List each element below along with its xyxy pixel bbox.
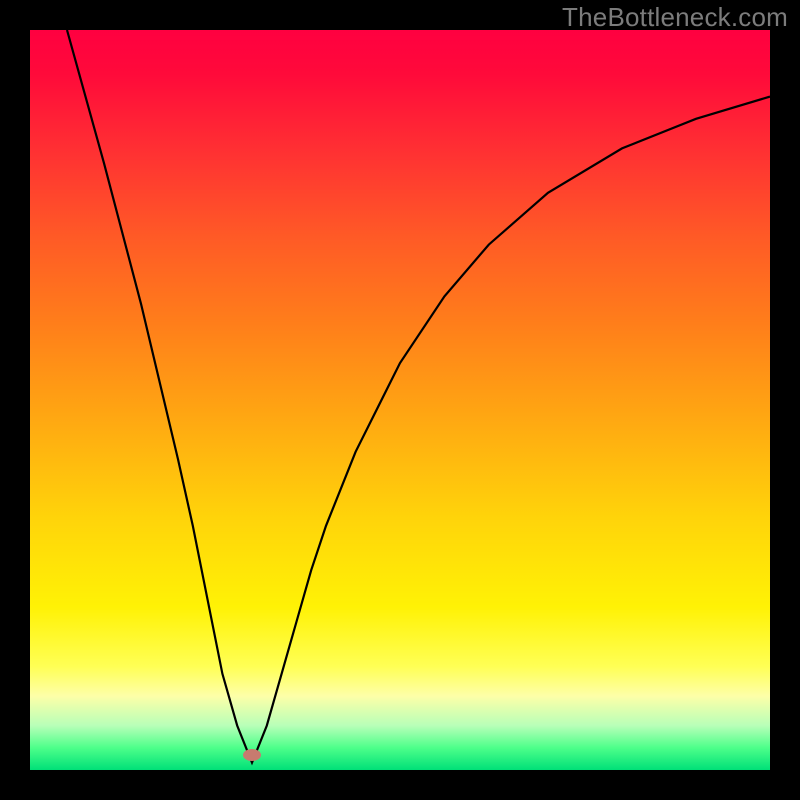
plot-area	[30, 30, 770, 770]
bottleneck-curve	[30, 30, 770, 770]
watermark-text: TheBottleneck.com	[562, 2, 788, 33]
optimal-point-marker	[243, 749, 261, 761]
chart-frame: TheBottleneck.com	[0, 0, 800, 800]
